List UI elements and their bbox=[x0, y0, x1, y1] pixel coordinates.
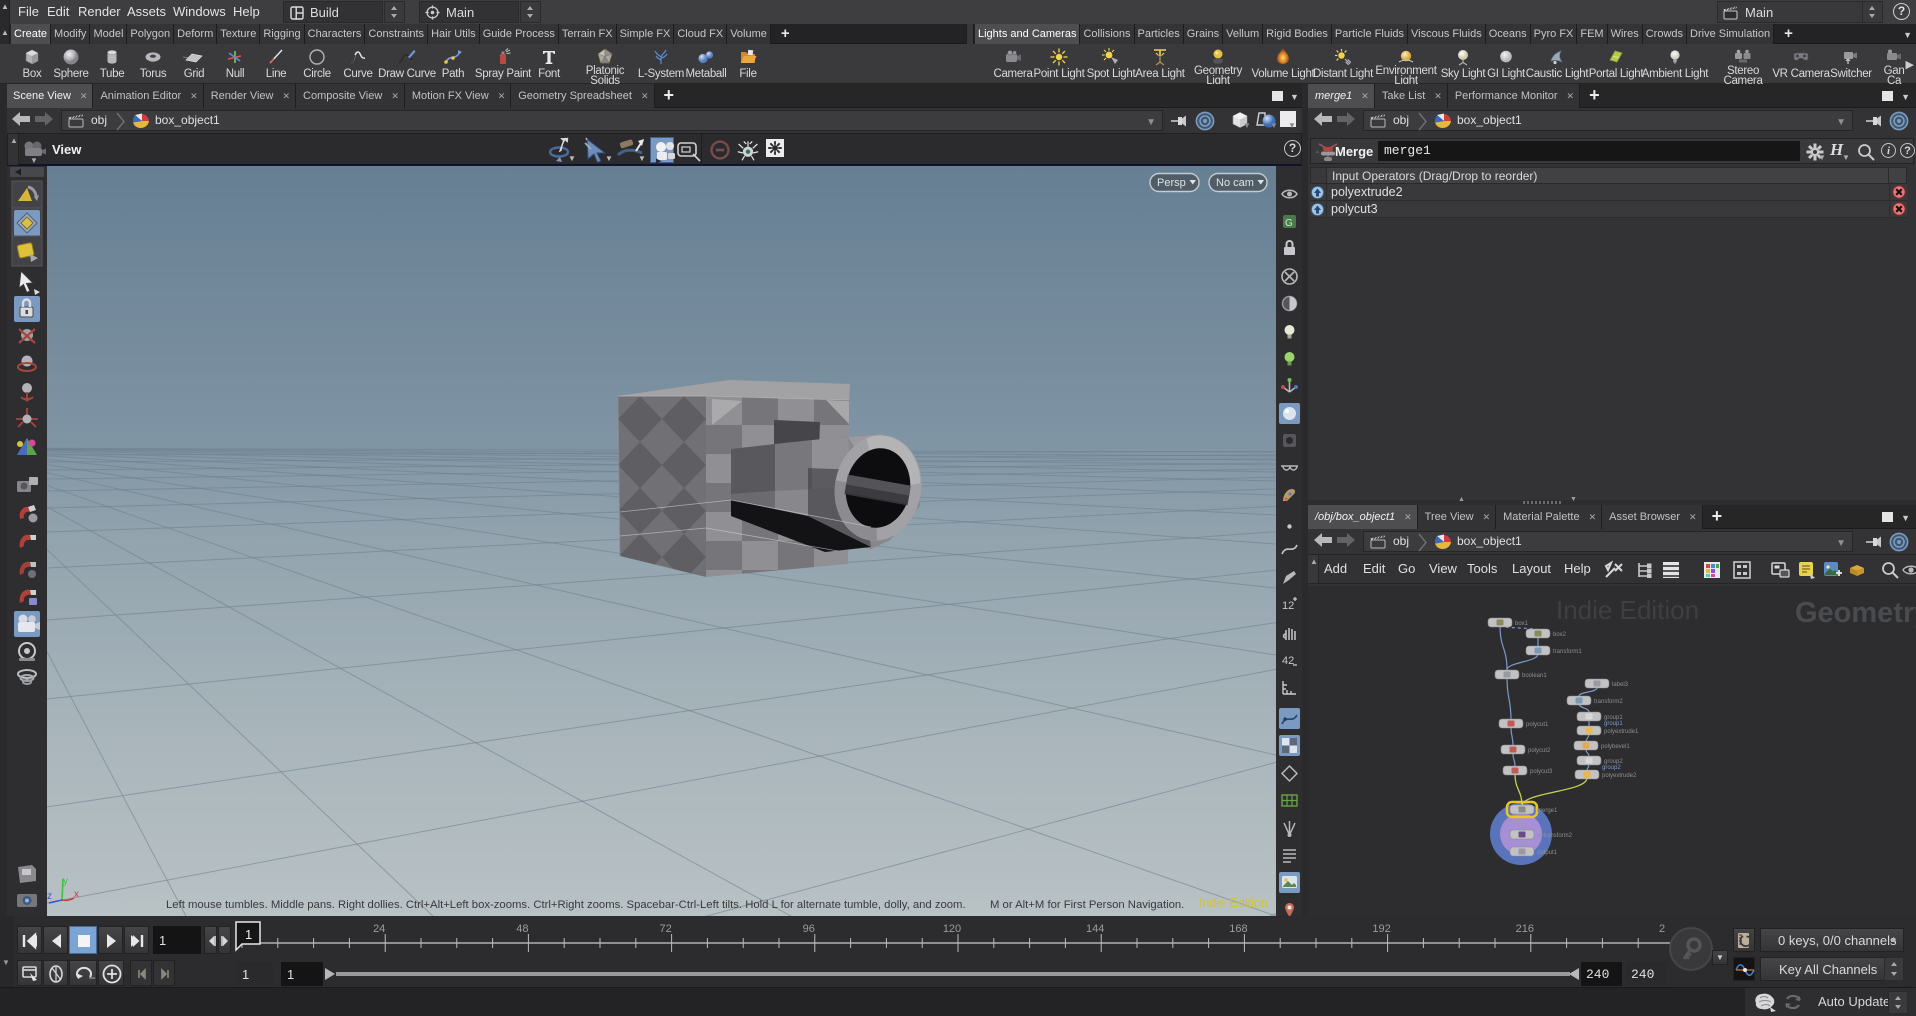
svg-text:2: 2 bbox=[1659, 923, 1665, 935]
svg-text:1: 1 bbox=[245, 927, 252, 942]
svg-text:120: 120 bbox=[943, 923, 961, 935]
svg-text:72: 72 bbox=[659, 923, 671, 935]
svg-text:No cam: No cam bbox=[1216, 177, 1254, 189]
svg-text:output1: output1 bbox=[1537, 850, 1558, 856]
svg-text:boolean1: boolean1 bbox=[1522, 673, 1547, 679]
svg-text:Persp: Persp bbox=[1157, 177, 1186, 189]
svg-text:Indie Edition: Indie Edition bbox=[1199, 896, 1268, 910]
svg-text:box1: box1 bbox=[1515, 621, 1529, 627]
svg-text:group2: group2 bbox=[1602, 765, 1621, 771]
svg-text:polyextrude1: polyextrude1 bbox=[1604, 729, 1639, 735]
svg-text:polyextrude2: polyextrude2 bbox=[1602, 773, 1637, 779]
svg-text:G: G bbox=[1285, 218, 1293, 229]
svg-text:z: z bbox=[47, 891, 52, 902]
svg-text:x: x bbox=[74, 889, 79, 900]
svg-text:group1: group1 bbox=[1604, 721, 1623, 727]
svg-text:uvtransform2: uvtransform2 bbox=[1537, 833, 1573, 839]
svg-text:Indie Edition: Indie Edition bbox=[1556, 595, 1699, 625]
svg-text:48: 48 bbox=[516, 923, 528, 935]
svg-text:96: 96 bbox=[803, 923, 815, 935]
svg-text:192: 192 bbox=[1372, 923, 1390, 935]
svg-text:polybevel1: polybevel1 bbox=[1601, 744, 1630, 750]
svg-text:polycut1: polycut1 bbox=[1526, 722, 1549, 728]
svg-text:42: 42 bbox=[1282, 655, 1294, 667]
svg-text:box2: box2 bbox=[1553, 632, 1567, 638]
svg-text:216: 216 bbox=[1516, 923, 1534, 935]
svg-text:label3: label3 bbox=[1612, 682, 1629, 688]
svg-text:transform1: transform1 bbox=[1553, 649, 1582, 655]
svg-text:▶: ▶ bbox=[656, 158, 662, 165]
svg-text:polycut3: polycut3 bbox=[1530, 769, 1553, 775]
svg-text:transform2: transform2 bbox=[1594, 699, 1623, 705]
svg-text:y: y bbox=[63, 876, 68, 887]
svg-text:168: 168 bbox=[1229, 923, 1247, 935]
svg-text:144: 144 bbox=[1086, 923, 1104, 935]
svg-text:Left mouse tumbles. Middle pan: Left mouse tumbles. Middle pans. Right d… bbox=[166, 899, 966, 911]
svg-text:24: 24 bbox=[373, 923, 385, 935]
svg-text:polycut2: polycut2 bbox=[1528, 748, 1551, 754]
svg-text:Geometry: Geometry bbox=[1795, 597, 1916, 629]
svg-text:M or Alt+M for First Person Na: M or Alt+M for First Person Navigation. bbox=[990, 899, 1184, 911]
svg-text:merge1: merge1 bbox=[1537, 808, 1558, 814]
svg-text:12: 12 bbox=[1282, 600, 1294, 612]
